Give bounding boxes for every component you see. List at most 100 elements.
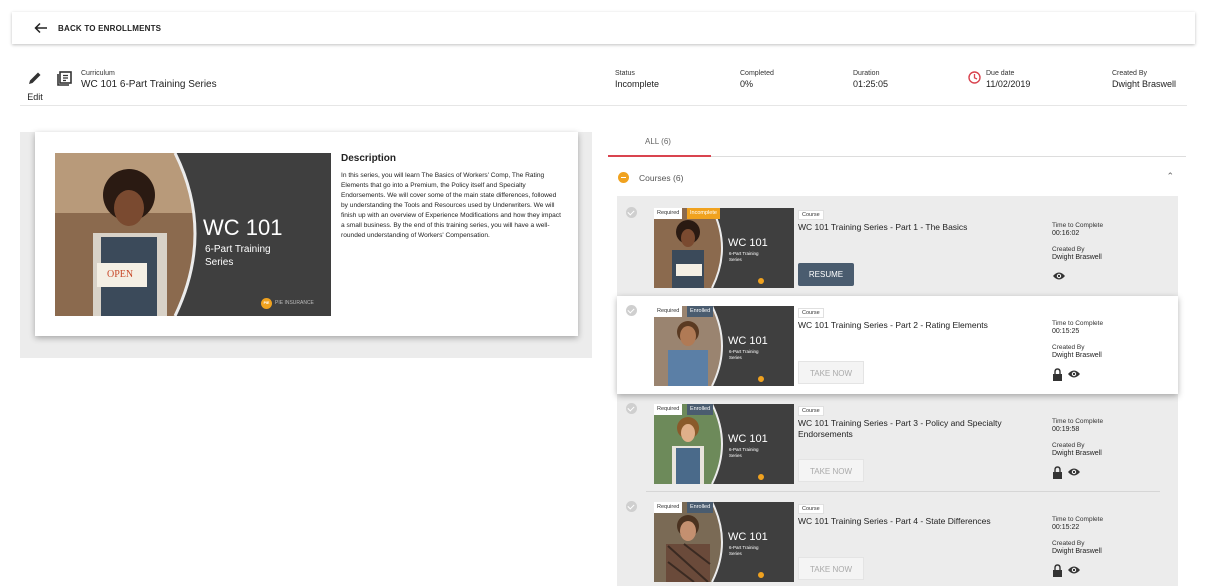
course-item: Required Enrolled WC 101 6-Part Training… — [617, 296, 1178, 394]
open-sign-text: OPEN — [107, 269, 134, 280]
due-date-value: 11/02/2019 — [986, 79, 1031, 89]
created-by-value: Dwight Braswell — [1052, 450, 1102, 457]
created-by-label: Created By — [1112, 70, 1148, 77]
time-to-complete-label: Time to Complete — [1052, 222, 1104, 229]
back-to-enrollments-link[interactable]: BACK TO ENROLLMENTS — [58, 24, 161, 33]
check-circle-icon — [626, 207, 637, 218]
course-thumbnail[interactable]: Required Enrolled WC 101 6-Part Training… — [654, 502, 794, 582]
eye-icon[interactable] — [1067, 564, 1081, 576]
check-circle-icon — [626, 403, 637, 414]
book-icon — [57, 71, 72, 86]
time-to-complete-value: 00:16:02 — [1052, 230, 1080, 237]
course-thumbnail[interactable]: Required Enrolled WC 101 6-Part Training… — [654, 306, 794, 386]
thumbnail-photo — [55, 153, 197, 316]
curriculum-thumbnail: OPEN WC 101 6-Part Training Series PIE P… — [55, 153, 331, 316]
courses-section-header[interactable]: Courses (6) ⌃ — [608, 165, 1186, 191]
tab-all[interactable]: ALL (6) — [608, 130, 711, 157]
lock-icon — [1053, 368, 1062, 381]
brand-logo — [758, 572, 764, 578]
course-title[interactable]: WC 101 Training Series - Part 2 - Rating… — [798, 320, 1028, 331]
course-type-badge: Course — [798, 308, 824, 318]
thumbnail-title: WC 101 — [728, 237, 768, 249]
check-circle-icon — [626, 501, 637, 512]
thumbnail-photo — [654, 306, 723, 386]
overview-card: OPEN WC 101 6-Part Training Series PIE P… — [35, 132, 578, 336]
created-by-label: Created By — [1052, 442, 1085, 449]
pencil-icon — [29, 72, 41, 84]
due-date-field: Due date 11/02/2019 — [986, 70, 1030, 89]
time-to-complete-value: 00:15:22 — [1052, 524, 1080, 531]
duration-value: 01:25:05 — [853, 79, 889, 89]
course-actions — [1052, 270, 1066, 284]
arrow-left-icon[interactable] — [34, 21, 48, 35]
course-title[interactable]: WC 101 Training Series - Part 3 - Policy… — [798, 418, 1028, 440]
required-badge: Required — [654, 306, 683, 317]
tab-bar: ALL (6) — [608, 130, 1186, 157]
take-now-button[interactable]: TAKE NOW — [798, 557, 864, 580]
time-to-complete-label: Time to Complete — [1052, 418, 1104, 425]
status-label: Status — [615, 70, 635, 77]
thumbnail-photo — [654, 502, 723, 582]
brand-logo — [758, 278, 764, 284]
lock-icon — [1053, 564, 1062, 577]
created-by-value: Dwight Braswell — [1052, 352, 1102, 359]
completed-value: 0% — [740, 79, 754, 89]
thumbnail-subtitle-2: Series — [729, 453, 742, 458]
thumbnail-subtitle: 6-Part Training — [729, 349, 759, 354]
page-title: WC 101 6-Part Training Series — [81, 79, 217, 90]
eye-icon[interactable] — [1067, 368, 1081, 380]
clock-icon — [968, 71, 981, 84]
required-badge: Required — [654, 208, 683, 219]
thumbnail-subtitle: 6-Part Training — [729, 251, 759, 256]
description-body: In this series, you will learn The Basic… — [341, 172, 561, 239]
thumbnail-subtitle-2: Series — [729, 355, 742, 360]
course-thumbnail[interactable]: Required Incomplete WC 101 6-Part Traini… — [654, 208, 794, 288]
thumbnail-title: WC 101 — [203, 215, 283, 240]
chevron-up-icon[interactable]: ⌃ — [1166, 171, 1174, 182]
time-to-complete-value: 00:15:25 — [1052, 328, 1080, 335]
take-now-button[interactable]: TAKE NOW — [798, 361, 864, 384]
eye-icon[interactable] — [1052, 270, 1066, 282]
time-to-complete-value: 00:19:58 — [1052, 426, 1080, 433]
course-title[interactable]: WC 101 Training Series - Part 4 - State … — [798, 516, 1028, 527]
course-thumbnail[interactable]: Required Enrolled WC 101 6-Part Training… — [654, 404, 794, 484]
status-badge: Enrolled — [687, 502, 714, 513]
created-by-label: Created By — [1052, 540, 1085, 547]
take-now-button[interactable]: TAKE NOW — [798, 459, 864, 482]
course-item: Required Incomplete WC 101 6-Part Traini… — [617, 198, 1178, 296]
resume-button[interactable]: RESUME — [798, 263, 854, 286]
time-to-complete-label: Time to Complete — [1052, 516, 1104, 523]
thumbnail-title: WC 101 — [728, 335, 768, 347]
required-badge: Required — [654, 502, 683, 513]
brand-logo — [758, 376, 764, 382]
course-actions — [1052, 368, 1081, 382]
created-by-value: Dwight Braswell — [1052, 548, 1102, 555]
duration-field: Duration 01:25:05 — [853, 70, 888, 89]
thumbnail-subtitle-2: Series — [729, 257, 742, 262]
eye-icon[interactable] — [1067, 466, 1081, 478]
completed-field: Completed 0% — [740, 70, 774, 89]
created-by-field: Created By Dwight Braswell — [1112, 70, 1176, 89]
course-title[interactable]: WC 101 Training Series - Part 1 - The Ba… — [798, 222, 1028, 233]
curriculum-header: Edit Curriculum WC 101 6-Part Training S… — [20, 64, 1187, 106]
status-badge: Incomplete — [687, 208, 720, 219]
status-badge: Enrolled — [687, 306, 714, 317]
course-type-badge: Course — [798, 210, 824, 220]
created-by-value: Dwight Braswell — [1052, 254, 1102, 261]
thumbnail-subtitle-2: Series — [729, 551, 742, 556]
edit-label: Edit — [27, 92, 43, 102]
course-item: Required Enrolled WC 101 6-Part Training… — [617, 492, 1178, 586]
course-item: Required Enrolled WC 101 6-Part Training… — [617, 394, 1178, 492]
status-value: Incomplete — [615, 79, 660, 89]
thumbnail-photo — [654, 404, 723, 484]
course-actions — [1052, 466, 1081, 480]
edit-button[interactable]: Edit — [24, 70, 46, 102]
thumbnail-title: WC 101 — [728, 433, 768, 445]
course-type-badge: Course — [798, 504, 824, 514]
brand-name: PIE INSURANCE — [275, 300, 314, 306]
top-bar: BACK TO ENROLLMENTS — [12, 12, 1195, 44]
required-badge: Required — [654, 404, 683, 415]
status-badge: Enrolled — [687, 404, 714, 415]
course-type-badge: Course — [798, 406, 824, 416]
thumbnail-subtitle-2: Series — [205, 257, 234, 268]
